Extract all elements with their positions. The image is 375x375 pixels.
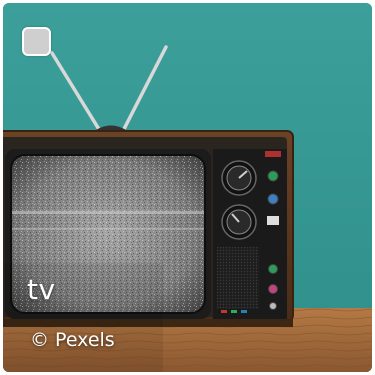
- image-label: tv: [27, 273, 56, 306]
- tv-photo: [3, 3, 372, 372]
- select-checkbox[interactable]: [22, 27, 51, 56]
- image-tile[interactable]: tv © Pexels: [3, 3, 372, 372]
- photo-credit: © Pexels: [30, 329, 115, 351]
